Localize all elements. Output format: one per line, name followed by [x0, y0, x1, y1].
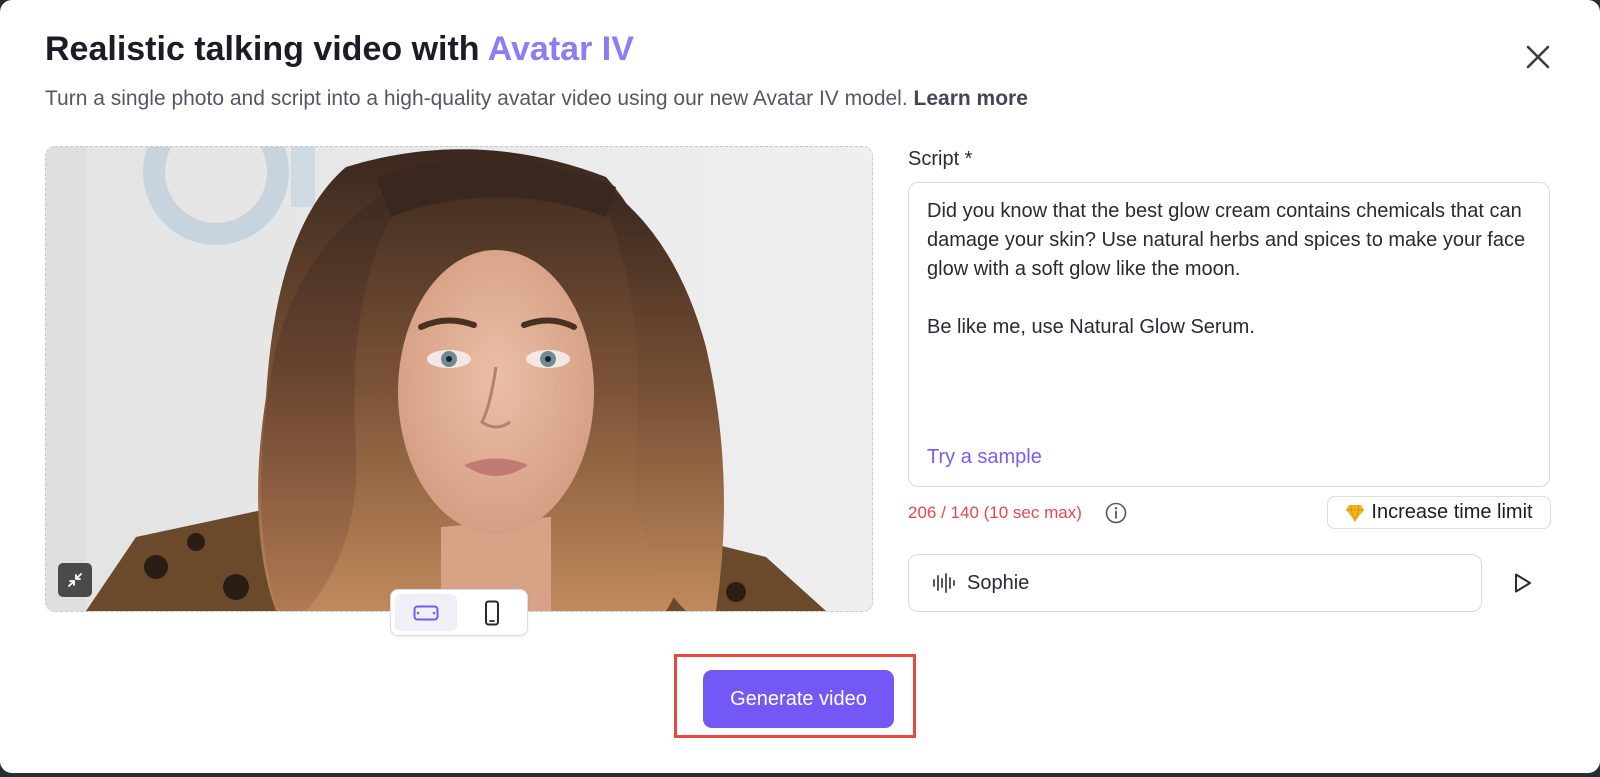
gem-icon: [1346, 504, 1365, 522]
dialog-title-accent: Avatar IV: [487, 30, 634, 68]
dialog-subtitle: Turn a single photo and script into a hi…: [45, 87, 1028, 111]
close-icon: [1526, 45, 1550, 69]
portrait-button[interactable]: [461, 594, 523, 631]
learn-more-link[interactable]: Learn more: [914, 87, 1028, 110]
landscape-button[interactable]: [395, 594, 457, 631]
avatar-photo: [46, 147, 872, 611]
close-button[interactable]: [1521, 40, 1555, 74]
script-label: Script *: [908, 148, 973, 170]
collapse-icon: [68, 573, 82, 587]
char-count: 206 / 140 (10 sec max): [908, 503, 1082, 522]
generate-video-button[interactable]: Generate video: [703, 670, 894, 728]
info-icon[interactable]: [1104, 501, 1128, 525]
avatar-dialog: Realistic talking video with Avatar IV T…: [0, 0, 1600, 773]
orientation-toggle: [390, 589, 528, 636]
increase-time-limit-label: Increase time limit: [1371, 501, 1533, 523]
waveform-icon: [933, 573, 955, 593]
dialog-subtitle-text: Turn a single photo and script into a hi…: [45, 87, 914, 110]
script-textarea[interactable]: Did you know that the best glow cream co…: [908, 182, 1550, 487]
portrait-icon: [485, 600, 499, 625]
try-sample-link[interactable]: Try a sample: [927, 446, 1042, 469]
landscape-icon: [413, 605, 439, 620]
play-icon: [1515, 573, 1531, 593]
script-text[interactable]: Did you know that the best glow cream co…: [927, 197, 1532, 342]
photo-preview[interactable]: [45, 146, 873, 612]
dialog-title-prefix: Realistic talking video with: [45, 30, 488, 68]
collapse-button[interactable]: [58, 563, 92, 597]
voice-name: Sophie: [967, 572, 1030, 594]
voice-select[interactable]: Sophie: [908, 554, 1482, 612]
play-voice-button[interactable]: [1507, 568, 1537, 598]
dialog-title: Realistic talking video with Avatar IV: [45, 30, 634, 69]
increase-time-limit-button[interactable]: Increase time limit: [1327, 496, 1551, 529]
